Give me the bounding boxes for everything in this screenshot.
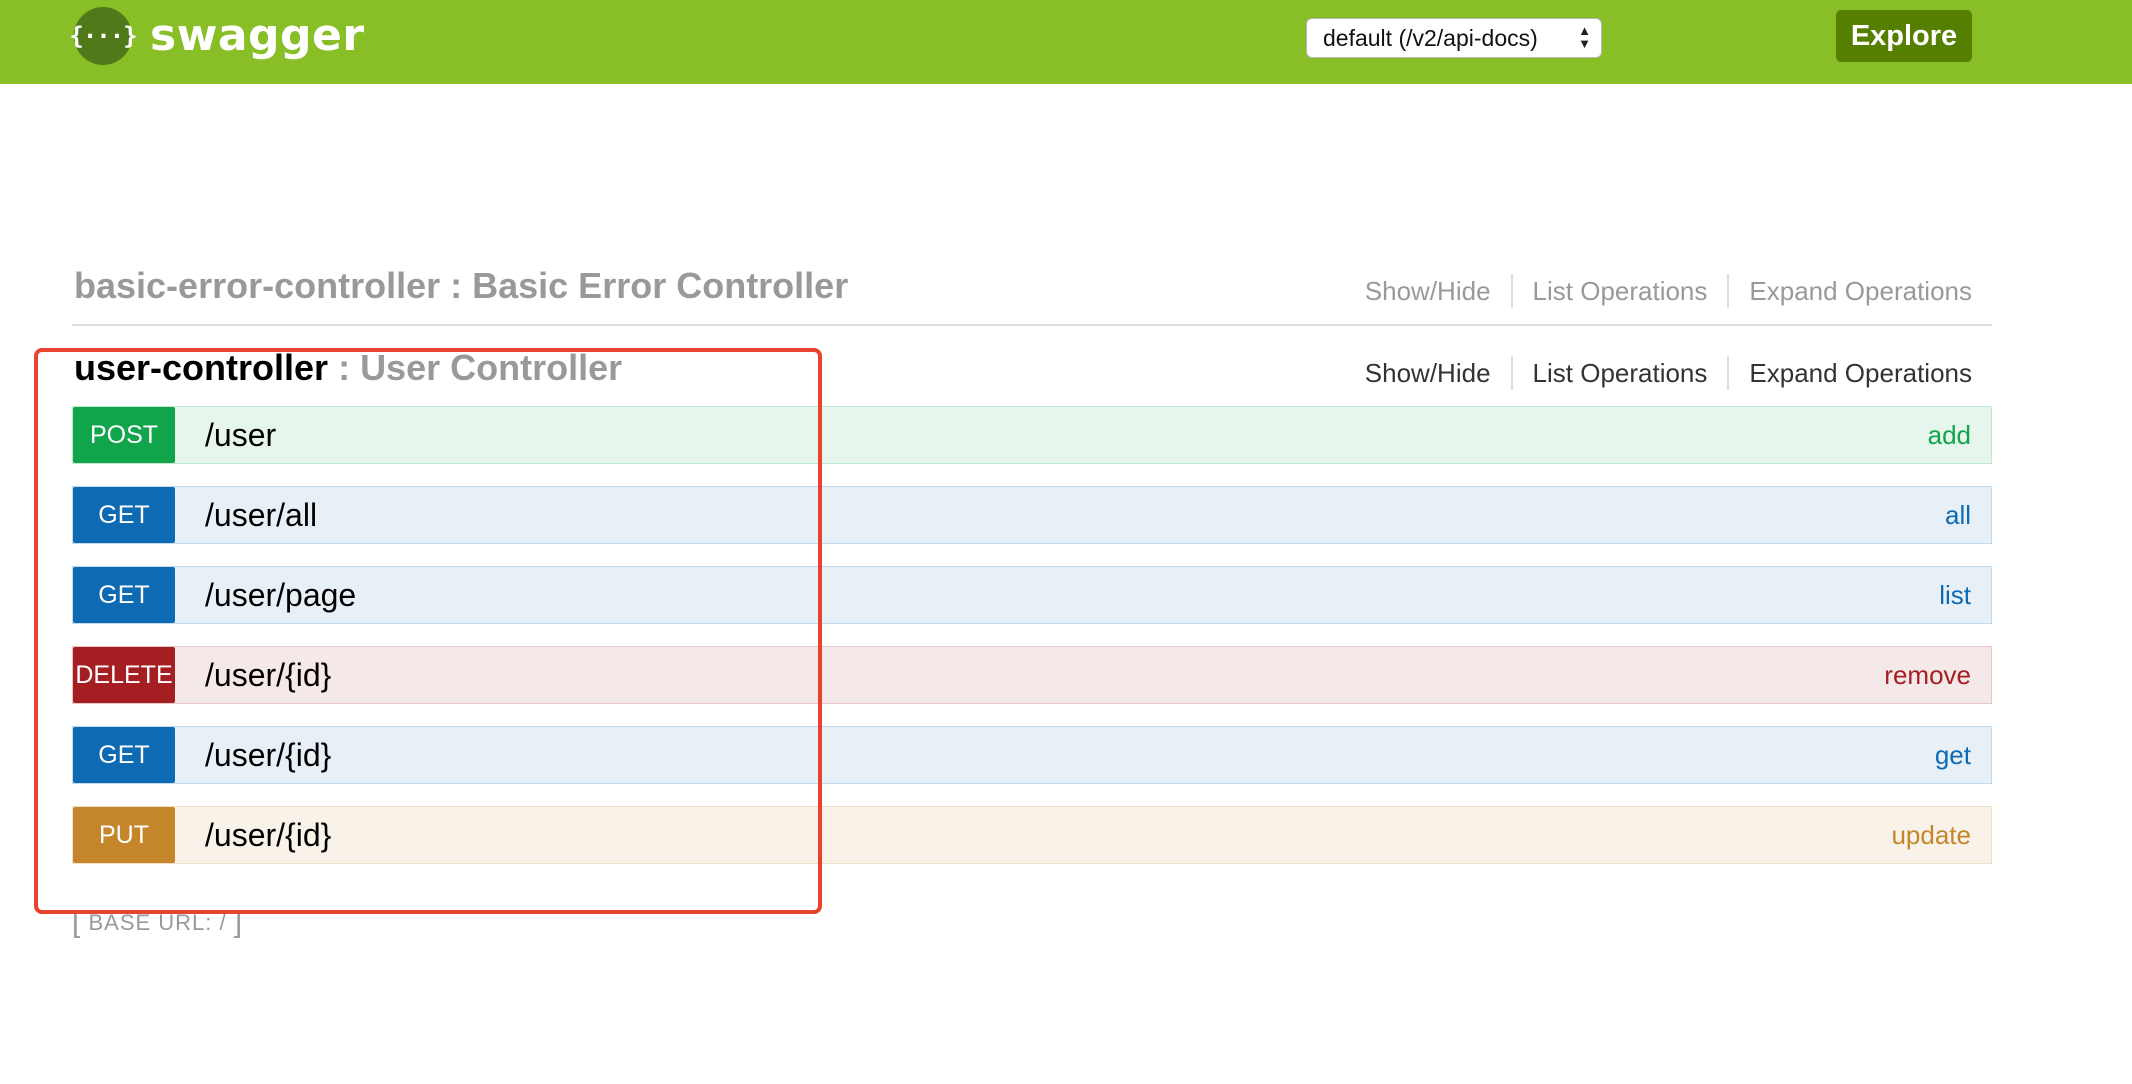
resource-heading-basic-error-controller: basic-error-controller : Basic Error Con… [74,262,1992,322]
http-method-badge[interactable]: GET [73,487,175,543]
link-separator [1727,356,1730,390]
top-bar: {···} swagger default (/v2/api-docs) ▲ ▼ … [0,0,2132,84]
show-hide-link[interactable]: Show/Hide [1365,276,1491,307]
operation-row-get-user-page[interactable]: GET /user/page list [72,566,1992,624]
api-spec-select-value: default (/v2/api-docs) [1323,24,1538,51]
swagger-logo-icon: {···} [69,7,138,65]
resource-divider [72,324,1992,326]
http-method-badge[interactable]: PUT [73,807,175,863]
operation-path[interactable]: /user [205,407,276,463]
operation-name[interactable]: add [1928,407,1971,463]
base-url-label: BASE URL [88,910,206,935]
resource-name: user-controller [74,347,329,388]
operation-path[interactable]: /user/{id} [205,727,331,783]
operations-list: POST /user add GET /user/all all GET /us… [72,406,1992,886]
operation-name[interactable]: all [1945,487,1971,543]
operation-row-put-user-id[interactable]: PUT /user/{id} update [72,806,1992,864]
resource-name: basic-error-controller [74,265,441,306]
expand-operations-link[interactable]: Expand Operations [1749,276,1972,307]
resource-links: Show/Hide List Operations Expand Operati… [1365,356,1972,390]
explore-button[interactable]: Explore [1836,10,1972,62]
operation-row-get-user-id[interactable]: GET /user/{id} get [72,726,1992,784]
http-method-badge[interactable]: DELETE [73,647,175,703]
operation-name[interactable]: update [1891,807,1971,863]
operation-row-get-user-all[interactable]: GET /user/all all [72,486,1992,544]
link-separator [1510,274,1513,308]
resource-links: Show/Hide List Operations Expand Operati… [1365,274,1972,308]
operation-path[interactable]: /user/all [205,487,317,543]
api-spec-select[interactable]: default (/v2/api-docs) ▲ ▼ [1306,18,1602,58]
swagger-logo-text: swagger [150,10,365,61]
http-method-badge[interactable]: POST [73,407,175,463]
expand-operations-link[interactable]: Expand Operations [1749,358,1972,389]
resource-heading-user-controller: user-controller : User Controller Show/H… [74,344,1992,404]
http-method-badge[interactable]: GET [73,567,175,623]
operation-row-delete-user-id[interactable]: DELETE /user/{id} remove [72,646,1992,704]
operation-name[interactable]: get [1935,727,1971,783]
link-separator [1510,356,1513,390]
list-operations-link[interactable]: List Operations [1533,276,1708,307]
resource-title-user-controller[interactable]: user-controller : User Controller [74,344,622,392]
show-hide-link[interactable]: Show/Hide [1365,358,1491,389]
resource-description: : Basic Error Controller [440,265,849,306]
link-separator [1727,274,1730,308]
operation-row-post-user[interactable]: POST /user add [72,406,1992,464]
select-arrows-icon: ▲ ▼ [1578,23,1591,51]
resource-description: : User Controller [328,347,623,388]
swagger-logo[interactable]: {···} swagger [69,7,365,65]
operation-name[interactable]: list [1939,567,1971,623]
base-url-value: / [219,910,227,935]
operation-path[interactable]: /user/{id} [205,807,331,863]
operation-path[interactable]: /user/page [205,567,356,623]
operation-name[interactable]: remove [1884,647,1971,703]
list-operations-link[interactable]: List Operations [1533,358,1708,389]
resource-title-basic-error-controller[interactable]: basic-error-controller : Basic Error Con… [74,262,848,310]
base-url-info: [ BASE URL: / ] [72,906,244,939]
operation-path[interactable]: /user/{id} [205,647,331,703]
http-method-badge[interactable]: GET [73,727,175,783]
